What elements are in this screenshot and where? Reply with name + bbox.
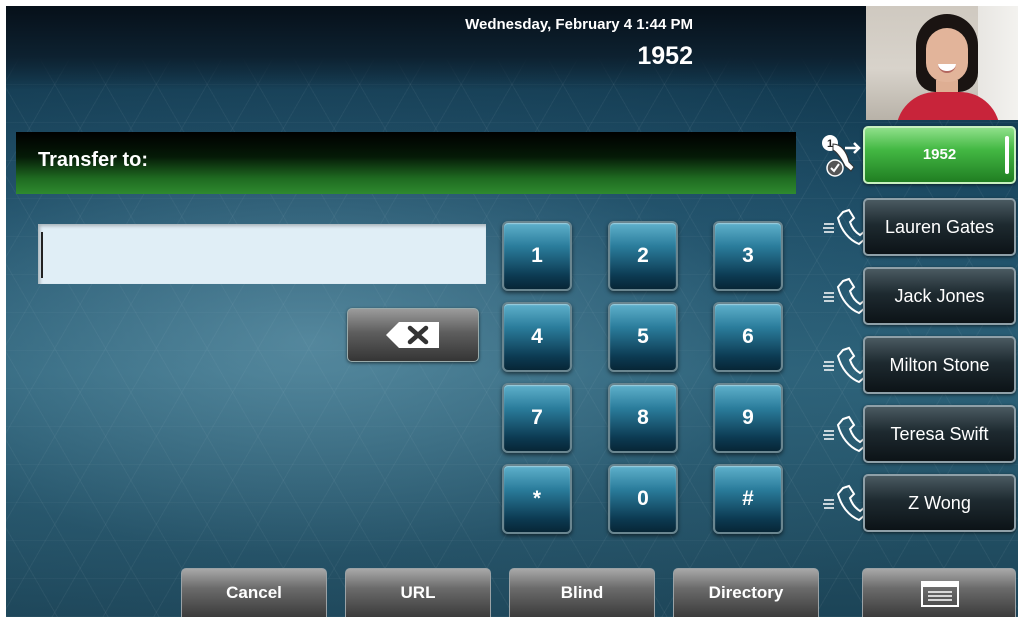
text-cursor xyxy=(41,232,43,278)
dialpad-key-6[interactable]: 6 xyxy=(713,302,783,372)
line-badge: 1 xyxy=(827,138,833,150)
handset-icon xyxy=(823,277,865,315)
dial-number-input[interactable] xyxy=(38,224,486,284)
dialpad-key-9[interactable]: 9 xyxy=(713,383,783,453)
line-key-teresa-swift[interactable]: Teresa Swift xyxy=(863,405,1016,463)
line-row-teresa-swift: Teresa Swift xyxy=(821,405,1018,465)
handset-icon xyxy=(823,346,865,384)
line-row-jack-jones: Jack Jones xyxy=(821,267,1018,327)
menu-icon xyxy=(921,581,959,607)
dialpad-key-7[interactable]: 7 xyxy=(502,383,572,453)
line-key-1952[interactable]: 1952 xyxy=(863,126,1016,184)
date-time: Wednesday, February 4 1:44 PM xyxy=(465,16,693,33)
url-softkey[interactable]: URL xyxy=(345,568,491,617)
dialpad-key-5[interactable]: 5 xyxy=(608,302,678,372)
dialpad-key-8[interactable]: 8 xyxy=(608,383,678,453)
blind-softkey[interactable]: Blind xyxy=(509,568,655,617)
dialpad-key-0[interactable]: 0 xyxy=(608,464,678,534)
phone-screen: Wednesday, February 4 1:44 PM 1952 Trans… xyxy=(6,6,1018,617)
line-key-z-wong[interactable]: Z Wong xyxy=(863,474,1016,532)
status-bar: Wednesday, February 4 1:44 PM 1952 xyxy=(6,6,866,90)
transfer-title: Transfer to: xyxy=(38,149,149,171)
menu-softkey[interactable] xyxy=(862,568,1016,617)
dialpad-key-1[interactable]: 1 xyxy=(502,221,572,291)
line-key-milton-stone[interactable]: Milton Stone xyxy=(863,336,1016,394)
line-row-milton-stone: Milton Stone xyxy=(821,336,1018,396)
dialpad-key-3[interactable]: 3 xyxy=(713,221,783,291)
handset-icon xyxy=(823,484,865,522)
dialpad-key-2[interactable]: 2 xyxy=(608,221,678,291)
line-key-lauren-gates[interactable]: Lauren Gates xyxy=(863,198,1016,256)
cancel-softkey[interactable]: Cancel xyxy=(181,568,327,617)
dialpad-key-4[interactable]: 4 xyxy=(502,302,572,372)
line-row-z-wong: Z Wong xyxy=(821,474,1018,534)
line-row-lauren-gates: Lauren Gates xyxy=(821,198,1018,258)
dialpad-key-star[interactable]: * xyxy=(502,464,572,534)
extension-number: 1952 xyxy=(637,42,693,70)
backspace-x-icon xyxy=(386,322,439,348)
backspace-button[interactable] xyxy=(347,308,479,362)
contact-photo xyxy=(866,6,1018,120)
transfer-call-icon: 1 xyxy=(822,135,861,177)
directory-softkey[interactable]: Directory xyxy=(673,568,819,617)
line-row-1952: 1 1952 xyxy=(821,126,1018,186)
transfer-banner: Transfer to: xyxy=(16,132,796,194)
line-key-jack-jones[interactable]: Jack Jones xyxy=(863,267,1016,325)
handset-icon xyxy=(823,208,865,246)
dialpad-key-pound[interactable]: # xyxy=(713,464,783,534)
handset-icon xyxy=(823,415,865,453)
